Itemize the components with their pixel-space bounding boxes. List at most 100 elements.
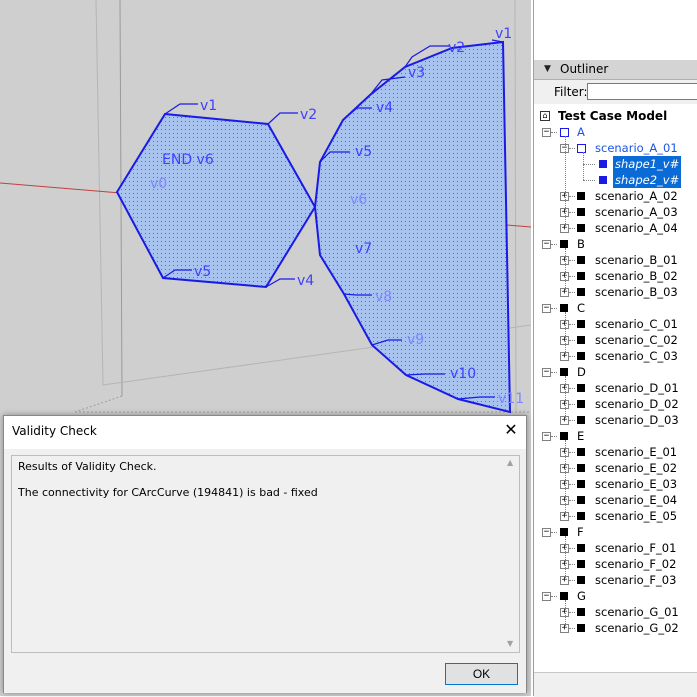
tree-scenario-label: scenario_C_02 <box>595 333 678 347</box>
shape-square-icon <box>599 160 607 168</box>
tree-scenario-row[interactable]: + scenario_G_01 <box>534 604 697 620</box>
scenario-square-icon <box>577 208 585 216</box>
tree-group-label: F <box>577 525 584 539</box>
tree-connector <box>551 244 557 245</box>
tree-scenario-row[interactable]: + scenario_F_01 <box>534 540 697 556</box>
tree-shape-label: shape2_v# <box>613 172 682 188</box>
tree-group-row[interactable]: − C <box>534 300 697 316</box>
tree-scenario-label: scenario_E_04 <box>595 493 678 507</box>
collapse-icon[interactable]: − <box>542 128 551 137</box>
tree-connector <box>551 372 557 373</box>
scenario-square-icon <box>577 384 585 392</box>
results-scrollbar[interactable]: ▲ ▼ <box>503 456 519 652</box>
scenario-square-icon <box>577 272 585 280</box>
collapse-icon[interactable]: − <box>542 592 551 601</box>
fan-label-v7: v7 <box>355 241 372 257</box>
tree-scenario-label: scenario_E_02 <box>595 461 678 475</box>
hex-label-v1: v1 <box>200 98 217 114</box>
tree-scenario-label: scenario_C_03 <box>595 349 678 363</box>
tree-root-row[interactable]: ⌂ Test Case Model <box>534 108 697 124</box>
tree-group-row[interactable]: − A <box>534 124 697 140</box>
scenario-square-icon <box>577 448 585 456</box>
outliner-filter-bar: Filter: <box>534 80 697 104</box>
tree-scenario-row[interactable]: + scenario_C_01 <box>534 316 697 332</box>
collapse-icon[interactable]: − <box>542 240 551 249</box>
tree-connector <box>565 600 566 628</box>
filter-label: Filter: <box>554 85 588 99</box>
tree-scenario-label: scenario_D_01 <box>595 381 679 395</box>
fan-label-v4: v4 <box>376 100 393 116</box>
fan-label-v1: v1 <box>495 26 512 42</box>
collapse-icon[interactable]: − <box>542 432 551 441</box>
tree-scenario-row[interactable]: + scenario_E_02 <box>534 460 697 476</box>
tree-connector <box>551 132 557 133</box>
tree-connector <box>569 292 575 293</box>
scroll-down-icon[interactable]: ▼ <box>507 639 513 648</box>
tree-scenario-row[interactable]: + scenario_A_03 <box>534 204 697 220</box>
tree-group-row[interactable]: − F <box>534 524 697 540</box>
tree-shape-row[interactable]: shape2_v# <box>534 172 697 188</box>
filter-input[interactable] <box>587 83 697 100</box>
tree-connector <box>569 468 575 469</box>
tree-scenario-row[interactable]: + scenario_F_03 <box>534 572 697 588</box>
tree-scenario-row[interactable]: + scenario_A_02 <box>534 188 697 204</box>
tree-group-row[interactable]: − E <box>534 428 697 444</box>
tree-scenario-row[interactable]: + scenario_E_03 <box>534 476 697 492</box>
tree-scenario-row[interactable]: + scenario_A_04 <box>534 220 697 236</box>
tree-scenario-row[interactable]: + scenario_B_01 <box>534 252 697 268</box>
tree-shape-row[interactable]: shape1_v# <box>534 156 697 172</box>
collapse-icon[interactable]: − <box>542 528 551 537</box>
tree-scenario-row[interactable]: + scenario_D_03 <box>534 412 697 428</box>
tree-scenario-label: scenario_G_01 <box>595 605 679 619</box>
scroll-up-icon[interactable]: ▲ <box>507 458 513 467</box>
close-icon[interactable]: ✕ <box>500 419 522 441</box>
tree-scenario-row[interactable]: + scenario_G_02 <box>534 620 697 636</box>
tree-group-label: G <box>577 589 586 603</box>
tree-connector <box>569 500 575 501</box>
tree-connector <box>583 152 584 180</box>
group-square-icon <box>560 432 568 440</box>
results-text-area[interactable]: Results of Validity Check. The connectiv… <box>11 455 520 653</box>
tree-scenario-row[interactable]: + scenario_C_02 <box>534 332 697 348</box>
tree-scenario-row[interactable]: + scenario_E_04 <box>534 492 697 508</box>
collapse-triangle-icon[interactable]: ▼ <box>544 60 551 79</box>
tree-scenario-label: scenario_F_03 <box>595 573 677 587</box>
tree-group-row[interactable]: − B <box>534 236 697 252</box>
scenario-square-icon <box>577 480 585 488</box>
group-square-icon <box>560 368 568 376</box>
tree-scenario-row[interactable]: + scenario_D_01 <box>534 380 697 396</box>
scenario-square-icon <box>577 352 585 360</box>
tree-connector <box>565 312 566 356</box>
tree-scenario-row[interactable]: + scenario_E_01 <box>534 444 697 460</box>
tree-scenario-row[interactable]: − scenario_A_01 <box>534 140 697 156</box>
scenario-square-icon <box>577 624 585 632</box>
tree-connector <box>569 276 575 277</box>
hex-label-v4: v4 <box>297 273 314 289</box>
scenario-square-icon <box>577 544 585 552</box>
scenario-square-icon <box>577 560 585 568</box>
tree-scenario-row[interactable]: + scenario_D_02 <box>534 396 697 412</box>
fan-label-v2: v2 <box>448 40 465 56</box>
tree-connector <box>569 548 575 549</box>
tree-scenario-row[interactable]: + scenario_F_02 <box>534 556 697 572</box>
outliner-header[interactable]: ▼ Outliner <box>534 60 697 80</box>
scenario-square-icon <box>577 512 585 520</box>
outliner-tree: ⌂ Test Case Model − A − scenario_A_01 shape1_v… <box>534 106 697 671</box>
collapse-icon[interactable]: − <box>542 368 551 377</box>
tree-group-row[interactable]: − G <box>534 588 697 604</box>
scenario-square-icon <box>577 496 585 504</box>
tree-group-row[interactable]: − D <box>534 364 697 380</box>
fan-label-v10: v10 <box>450 366 476 382</box>
tree-scenario-row[interactable]: + scenario_B_02 <box>534 268 697 284</box>
tree-scenario-label: scenario_E_05 <box>595 509 678 523</box>
bounding-box-edge <box>514 0 517 413</box>
tree-scenario-row[interactable]: + scenario_C_03 <box>534 348 697 364</box>
tree-group-label: C <box>577 301 586 315</box>
ok-button[interactable]: OK <box>445 663 518 685</box>
tree-connector <box>569 564 575 565</box>
tree-connector <box>569 228 575 229</box>
tree-scenario-row[interactable]: + scenario_E_05 <box>534 508 697 524</box>
tree-scenario-row[interactable]: + scenario_B_03 <box>534 284 697 300</box>
collapse-icon[interactable]: − <box>542 304 551 313</box>
shape1-hexagon <box>115 112 317 289</box>
